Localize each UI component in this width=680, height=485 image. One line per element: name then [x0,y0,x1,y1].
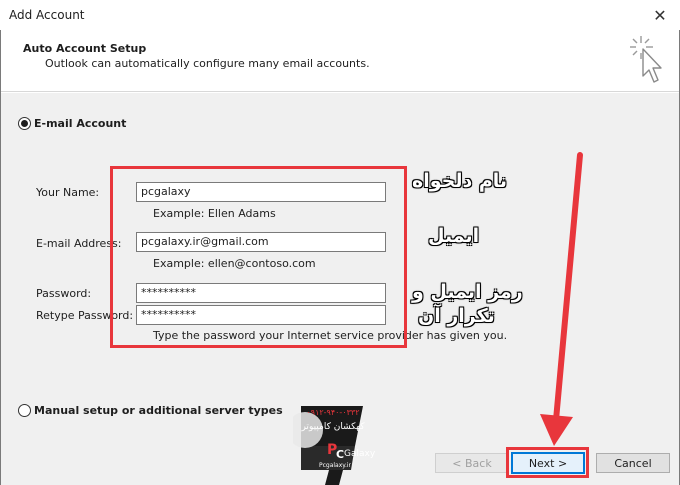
password-annotation-line1: رمز ایمیل و [412,281,523,303]
next-highlight-box [506,447,589,478]
magic-cursor-icon [630,36,662,83]
window-title: Add Account [9,8,85,22]
header-subtitle: Outlook can automatically configure many… [45,57,370,70]
header-title: Auto Account Setup [23,42,147,55]
email-address-label: E-mail Address: [36,237,122,250]
pcgalaxy-watermark-logo: ۰۹۱۲-۹۴۰-۰۳۳۲ کهکشان کامپیوتر P C Galaxy… [293,406,376,485]
fields-highlight-box [110,166,407,348]
watermark-site: Pcgalaxy.ir [319,462,352,469]
your-name-label: Your Name: [36,186,100,199]
close-button[interactable]: ✕ [640,0,680,30]
watermark-brand-fa: کهکشان کامپیوتر [300,422,365,432]
watermark-brand-c: C [336,448,344,461]
watermark-phone: ۰۹۱۲-۹۴۰-۰۳۳۲ [306,408,359,417]
email-account-label[interactable]: E-mail Account [34,117,126,130]
name-annotation: نام دلخواه [412,170,508,192]
password-label: Password: [36,287,92,300]
header-band: Auto Account Setup Outlook can automatic… [1,30,679,92]
title-bar: Add Account ✕ [0,0,680,30]
watermark-brand-rest: Galaxy [344,449,376,459]
cancel-button[interactable]: Cancel [596,453,670,473]
back-button[interactable]: < Back [435,453,509,473]
password-annotation-line2: تکرار آن [418,305,495,327]
manual-setup-radio[interactable] [18,404,31,417]
manual-setup-label[interactable]: Manual setup or additional server types [34,404,283,417]
email-account-radio[interactable] [18,117,31,130]
close-icon: ✕ [653,5,667,25]
email-annotation: ایمیل [428,225,480,247]
